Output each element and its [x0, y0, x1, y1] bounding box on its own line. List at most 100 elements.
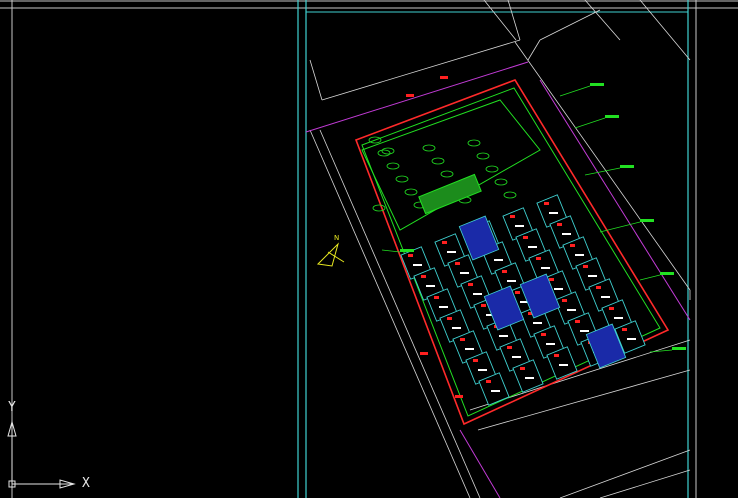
- north-arrow: N: [316, 234, 345, 267]
- road-line: [599, 469, 691, 498]
- tree: [381, 147, 395, 155]
- building-marker: [510, 215, 515, 218]
- building-tag: [507, 280, 516, 282]
- elevation-mark: [440, 76, 448, 79]
- leader-line: [649, 349, 673, 353]
- tree: [485, 165, 499, 173]
- tree: [476, 152, 490, 160]
- building-marker: [447, 317, 452, 320]
- tree: [404, 188, 418, 196]
- building-marker: [455, 262, 460, 265]
- tree: [494, 178, 508, 186]
- elevation-mark: [455, 395, 463, 398]
- road-line: [559, 449, 691, 498]
- building-tag: [478, 369, 487, 371]
- building-marker: [562, 299, 567, 302]
- callout-tag: [590, 83, 604, 86]
- building-tag: [627, 338, 636, 340]
- ucs-y-label: Y: [8, 400, 16, 415]
- building-marker: [434, 296, 439, 299]
- building-tag: [494, 259, 503, 261]
- callout-tag: [620, 165, 634, 168]
- building-tag: [447, 251, 456, 253]
- building-marker: [507, 346, 512, 349]
- tree: [467, 139, 481, 147]
- tree: [422, 144, 436, 152]
- building-tag: [580, 330, 589, 332]
- callout-tag: [605, 115, 619, 118]
- building-marker: [515, 291, 520, 294]
- building-marker: [596, 286, 601, 289]
- building-tag: [460, 272, 469, 274]
- building-marker: [541, 333, 546, 336]
- tree: [431, 157, 445, 165]
- building-marker: [622, 328, 627, 331]
- cad-model-viewport[interactable]: N Y X: [0, 0, 738, 498]
- road-line: [539, 9, 601, 41]
- callout-tag: [672, 347, 686, 350]
- site-plan-drawing[interactable]: N: [0, 0, 738, 498]
- leader-line: [559, 85, 591, 97]
- building-tag: [554, 288, 563, 290]
- building-tag: [533, 322, 542, 324]
- garden-bed: [418, 173, 482, 215]
- building-marker: [523, 236, 528, 239]
- building-tag: [601, 296, 610, 298]
- leader-line: [584, 167, 621, 176]
- building-marker: [502, 270, 507, 273]
- building-marker: [544, 202, 549, 205]
- tree: [395, 175, 409, 183]
- building-tag: [473, 293, 482, 295]
- north-arrow-line: [327, 251, 345, 263]
- building-tag: [559, 364, 568, 366]
- building-marker: [481, 304, 486, 307]
- callout-tag: [400, 249, 414, 252]
- building-marker: [583, 265, 588, 268]
- building-tag: [562, 233, 571, 235]
- tree: [440, 170, 454, 178]
- tree: [372, 204, 386, 212]
- road-line: [507, 0, 521, 41]
- building-marker: [609, 307, 614, 310]
- road-line: [305, 61, 529, 133]
- drawing-frame: [0, 0, 738, 498]
- tree: [503, 191, 517, 199]
- building-tag: [491, 390, 500, 392]
- tree: [386, 162, 400, 170]
- building-marker: [536, 257, 541, 260]
- ucs-x-label: X: [82, 476, 90, 491]
- building-marker: [549, 278, 554, 281]
- north-arrow-label: N: [334, 234, 339, 242]
- building-tag: [525, 377, 534, 379]
- building-tag: [426, 285, 435, 287]
- building-marker: [421, 275, 426, 278]
- building-marker: [473, 359, 478, 362]
- building-marker: [520, 367, 525, 370]
- building-tag: [413, 264, 422, 266]
- building-marker: [570, 244, 575, 247]
- building-tag: [512, 356, 521, 358]
- building-tag: [546, 343, 555, 345]
- building-tag: [465, 348, 474, 350]
- building-tag: [439, 306, 448, 308]
- ucs-icon: [7, 420, 76, 489]
- callout-tag: [640, 219, 654, 222]
- building-marker: [557, 223, 562, 226]
- leader-line: [639, 274, 661, 281]
- building-marker: [554, 354, 559, 357]
- green-zone: [361, 99, 541, 231]
- road-line: [527, 39, 541, 61]
- road-line: [639, 0, 691, 61]
- road-line: [309, 59, 323, 101]
- road-line: [584, 0, 621, 41]
- building-marker: [575, 320, 580, 323]
- building-marker: [460, 338, 465, 341]
- building-tag: [515, 225, 524, 227]
- building-marker: [442, 241, 447, 244]
- building-tag: [452, 327, 461, 329]
- building-tag: [614, 317, 623, 319]
- leader-line: [574, 117, 606, 129]
- tree: [377, 149, 391, 157]
- building-marker: [408, 254, 413, 257]
- building-tag: [549, 212, 558, 214]
